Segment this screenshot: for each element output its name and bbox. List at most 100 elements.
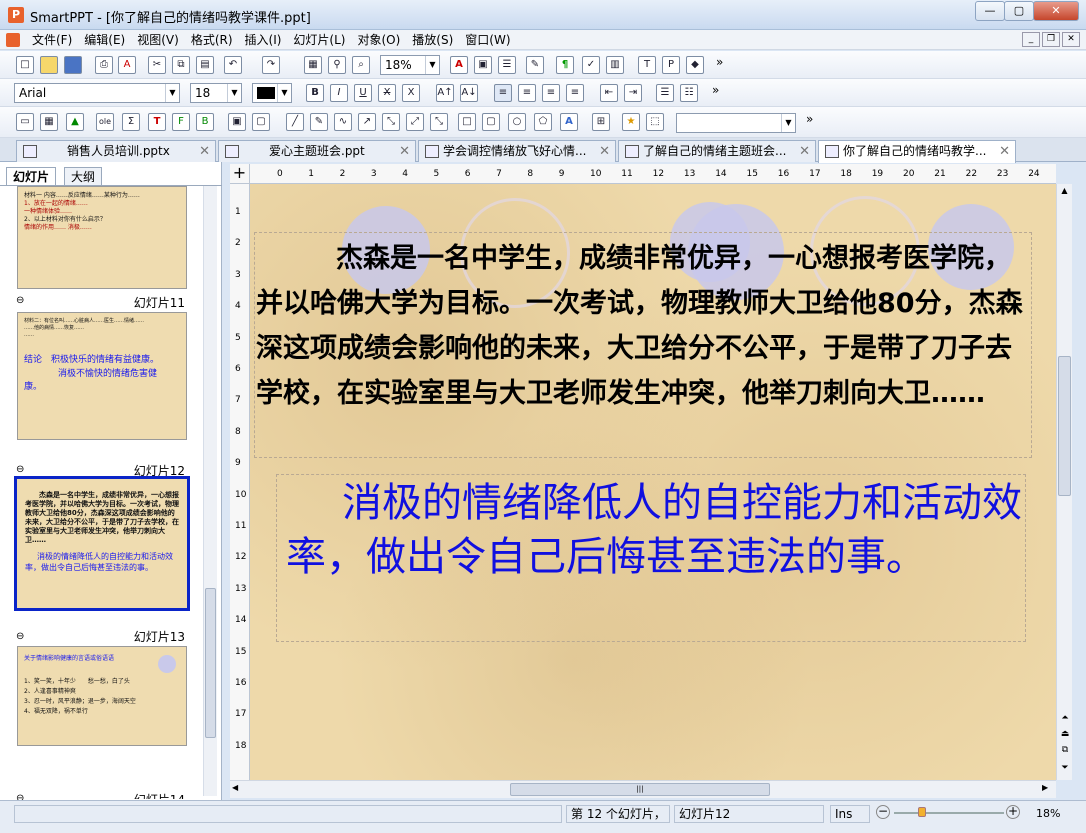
layout-icon[interactable]: ▭ (16, 113, 34, 131)
connector-icon[interactable]: ⤡ (382, 113, 400, 131)
print-icon[interactable]: ⎙ (95, 56, 113, 74)
slide-canvas[interactable]: 杰森是一名中学生，成绩非常优异，一心想报考医学院，并以哈佛大学为目标。一次考试，… (250, 184, 1056, 780)
conclusion-paragraph[interactable]: 消极的情绪降低人的自控能力和活动效率，做出令自己后悔甚至违法的事。 (286, 476, 1026, 584)
numbered-list-icon[interactable]: ☷ (680, 84, 698, 102)
minimize-button[interactable]: — (975, 1, 1005, 21)
bullet-list-icon[interactable]: ☰ (656, 84, 674, 102)
horizontal-scrollbar[interactable]: ◀ ||| ▶ (230, 780, 1056, 798)
new-icon[interactable]: □ (16, 56, 34, 74)
line-icon[interactable]: ╱ (286, 113, 304, 131)
tab-doc-4[interactable]: 了解自己的情绪主题班会... ✕ (618, 140, 816, 162)
slide-thumbnail-10[interactable]: 材料一 内容……反应情绪……某种行为…… 1、放在一起的情绪…… 一种情绪体验…… (17, 186, 187, 289)
align-center-icon[interactable]: ≡ (518, 84, 536, 102)
frame-icon[interactable]: F (172, 113, 190, 131)
zoom-icon[interactable]: ⌕ (352, 56, 370, 74)
spellcheck-icon[interactable]: ✓ (582, 56, 600, 74)
align-right-icon[interactable]: ≡ (542, 84, 560, 102)
scroll-left-icon[interactable]: ◀ (232, 783, 238, 792)
toolbar-overflow[interactable]: » (712, 83, 719, 97)
prev-slide-icon[interactable]: ⏶ (1059, 712, 1071, 724)
tab-doc-1[interactable]: 销售人员培训.pptx ✕ (16, 140, 216, 162)
star-icon[interactable]: ★ (622, 113, 640, 131)
format-painter-icon[interactable]: ✎ (526, 56, 544, 74)
ole-icon[interactable]: ole (96, 113, 114, 131)
list-icon[interactable]: ☰ (498, 56, 516, 74)
ungroup-icon[interactable]: ▢ (252, 113, 270, 131)
menu-file[interactable]: 文件(F) (26, 30, 78, 50)
table-icon[interactable]: ▦ (40, 113, 58, 131)
scroll-thumb[interactable] (1058, 356, 1071, 496)
slide-thumbnail-11[interactable]: 材料二：有位名叫……心脏病人……医生……情绪…… ……他的病情……恢复…… ……… (17, 312, 187, 440)
indent-increase-icon[interactable]: ⇥ (624, 84, 642, 102)
t-icon[interactable]: T (638, 56, 656, 74)
redo-icon[interactable]: ↷ (262, 56, 280, 74)
copy-icon[interactable]: ⧉ (172, 56, 190, 74)
align-objects-icon[interactable]: ⊞ (592, 113, 610, 131)
shapes-icon[interactable]: ⬠ (534, 113, 552, 131)
paste-icon[interactable]: ▤ (196, 56, 214, 74)
copy-slide-icon[interactable]: ⧉ (1059, 744, 1071, 756)
tab-close-icon[interactable]: ✕ (199, 141, 210, 162)
slide-panel-scrollbar[interactable] (203, 186, 217, 796)
select-icon[interactable]: ⬚ (646, 113, 664, 131)
doc-close-button[interactable]: ✕ (1062, 32, 1080, 47)
box-icon[interactable]: ◆ (686, 56, 704, 74)
undo-icon[interactable]: ↶ (224, 56, 242, 74)
scroll-thumb[interactable]: ||| (510, 783, 770, 796)
color-combo[interactable]: ▼ (252, 83, 292, 103)
grow-font-icon[interactable]: A↑ (436, 84, 454, 102)
size-combo[interactable]: 18 ▼ (190, 83, 242, 103)
p-icon[interactable]: P (662, 56, 680, 74)
font-color-icon[interactable]: A (450, 56, 468, 74)
save-icon[interactable] (64, 56, 82, 74)
close-button[interactable]: ✕ (1033, 1, 1079, 21)
scroll-up-icon[interactable]: ▲ (1059, 186, 1070, 198)
menu-format[interactable]: 格式(R) (185, 30, 239, 50)
rectangle-icon[interactable]: □ (458, 113, 476, 131)
underline-icon[interactable]: U (354, 84, 372, 102)
connector2-icon[interactable]: ⤡ (430, 113, 448, 131)
zoom-combo[interactable]: 18% ▼ (380, 55, 440, 75)
menu-insert[interactable]: 插入(I) (239, 30, 288, 50)
zoom-in-icon[interactable]: + (1006, 805, 1020, 819)
tab-close-icon[interactable]: ✕ (599, 141, 610, 162)
pencil-icon[interactable]: ✎ (310, 113, 328, 131)
toolbar-overflow[interactable]: » (716, 55, 723, 69)
clear-format-icon[interactable]: X (402, 84, 420, 102)
textbox-icon[interactable]: T (148, 113, 166, 131)
tab-outline[interactable]: 大纲 (64, 167, 103, 186)
justify-icon[interactable]: ≡ (566, 84, 584, 102)
maximize-button[interactable]: ▢ (1004, 1, 1034, 21)
horizontal-ruler[interactable]: 0 1 2 3 4 5 6 7 8 9 10 11 12 13 14 15 16 17 18 19 20 21 22 23 24… (250, 164, 1056, 184)
rounded-rect-icon[interactable]: ▢ (482, 113, 500, 131)
strike-icon[interactable]: X (378, 84, 396, 102)
slide-thumbnail-12-selected[interactable]: 杰森是一名中学生，成绩非常优异，一心想报考医学院，并以哈佛大学为目标。一次考试，… (14, 476, 190, 611)
italic-icon[interactable]: I (330, 84, 348, 102)
elbow-connector-icon[interactable]: ⤢ (406, 113, 424, 131)
toolbar-overflow[interactable]: » (806, 112, 813, 126)
menu-play[interactable]: 播放(S) (406, 30, 459, 50)
menu-window[interactable]: 窗口(W) (459, 30, 516, 50)
ellipse-icon[interactable]: ○ (508, 113, 526, 131)
font-combo[interactable]: Arial ▼ (14, 83, 180, 103)
tab-doc-3[interactable]: 学会调控情绪放飞好心情... ✕ (418, 140, 616, 162)
shrink-font-icon[interactable]: A↓ (460, 84, 478, 102)
scroll-thumb[interactable] (205, 588, 216, 738)
bold-icon[interactable]: B (306, 84, 324, 102)
curve-icon[interactable]: ∿ (334, 113, 352, 131)
zoom-slider[interactable] (894, 812, 1004, 814)
menu-object[interactable]: 对象(O) (351, 30, 406, 50)
image-icon[interactable]: ▣ (474, 56, 492, 74)
scroll-right-icon[interactable]: ▶ (1042, 783, 1048, 792)
menu-edit[interactable]: 编辑(E) (78, 30, 131, 50)
chart-icon[interactable]: ▥ (606, 56, 624, 74)
slide-thumbnail-13[interactable]: 关于情绪影响健康的言语或俗语语 1、笑一笑，十年少 愁一愁，白了头 2、人逢喜事… (17, 646, 187, 746)
doc-restore-button[interactable]: ❐ (1042, 32, 1060, 47)
grid-icon[interactable]: ▦ (304, 56, 322, 74)
zoom-out-icon[interactable]: − (876, 805, 890, 819)
arrow-icon[interactable]: ↗ (358, 113, 376, 131)
tab-slides[interactable]: 幻灯片 (6, 167, 57, 186)
story-paragraph[interactable]: 杰森是一名中学生，成绩非常优异，一心想报考医学院，并以哈佛大学为目标。一次考试，… (256, 236, 1026, 416)
doc-minimize-button[interactable]: _ (1022, 32, 1040, 47)
picture-icon[interactable]: ▲ (66, 113, 84, 131)
